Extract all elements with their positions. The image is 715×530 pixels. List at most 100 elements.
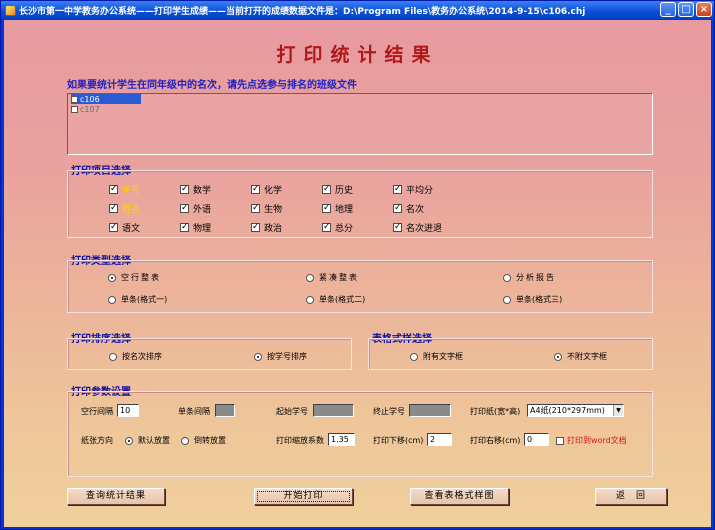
start-id-input[interactable] <box>313 404 354 417</box>
query-results-button[interactable]: 查询统计结果 <box>67 488 165 505</box>
single-interval-input[interactable] <box>215 404 235 417</box>
orientation-radio[interactable]: 倒转放置 <box>181 435 226 446</box>
checkmark-icon: ✓ <box>109 203 118 213</box>
class-file-item[interactable]: c106 <box>71 94 141 104</box>
checkmark-icon: ✓ <box>393 203 402 213</box>
sort-option-label: 按学号排序 <box>267 352 307 361</box>
print-item-checkbox[interactable]: ✓ 物理 <box>180 221 211 234</box>
radio-dot-icon <box>503 295 511 304</box>
blank-interval-label: 空行间隔 <box>81 407 113 416</box>
table-style-option-label: 附有文字框 <box>423 352 463 361</box>
class-file-list[interactable]: c106 c107 <box>67 93 653 155</box>
checkmark-icon: ✓ <box>322 184 331 194</box>
app-icon <box>5 4 16 16</box>
radio-dot-icon <box>109 352 117 361</box>
print-item-label: 学号 <box>122 186 141 196</box>
print-type-option-label: 分析报告 <box>516 273 556 282</box>
print-item-checkbox[interactable]: ✓ 外语 <box>180 202 211 215</box>
radio-dot-icon <box>181 436 189 445</box>
print-item-label: 语文 <box>122 224 141 234</box>
maximize-button[interactable]: □ <box>678 2 694 17</box>
paper-label: 打印纸(宽*高) <box>470 407 521 416</box>
print-type-radio[interactable]: 单条(格式一) <box>108 294 167 305</box>
print-type-radio[interactable]: 分析报告 <box>503 272 556 283</box>
checkmark-icon: ✓ <box>180 203 189 213</box>
print-type-radio[interactable]: 紧凑整表 <box>306 272 359 283</box>
sort-radio[interactable]: 按名次排序 <box>109 351 162 362</box>
class-file-checkbox[interactable] <box>71 105 78 113</box>
main-form: 打印统计结果 如果要统计学生在同年级中的名次，请先点选参与排名的班级文件 c10… <box>4 20 711 527</box>
print-item-label: 化学 <box>264 186 283 196</box>
print-type-option-label: 单条(格式一) <box>121 295 168 304</box>
paper-select-value: A4纸(210*297mm) <box>530 406 605 415</box>
print-type-option-label: 空行整表 <box>121 273 161 282</box>
print-item-label: 平均分 <box>406 186 434 196</box>
radio-dot-icon <box>503 273 511 282</box>
radio-dot-icon <box>125 436 133 445</box>
print-item-label: 物理 <box>193 224 212 234</box>
move-down-input[interactable]: 2 <box>427 433 452 446</box>
title-bar[interactable]: 长沙市第一中学教务办公系统——打印学生成绩——当前打开的成绩数据文件是：D:\P… <box>1 1 714 19</box>
table-style-radio[interactable]: 不附文字框 <box>554 351 607 362</box>
close-button[interactable]: × <box>696 2 712 17</box>
radio-dot-icon <box>108 273 116 282</box>
print-item-checkbox[interactable]: ✓ 生物 <box>251 202 282 215</box>
print-item-checkbox[interactable]: ✓ 历史 <box>322 183 353 196</box>
print-item-checkbox[interactable]: ✓ 地理 <box>322 202 353 215</box>
print-item-checkbox[interactable]: ✓ 平均分 <box>393 183 433 196</box>
print-item-checkbox[interactable]: ✓ 名次进退 <box>393 221 442 234</box>
view-table-sample-button[interactable]: 查看表格式样图 <box>410 488 509 505</box>
checkmark-icon: ✓ <box>251 203 260 213</box>
print-item-checkbox[interactable]: ✓ 政治 <box>251 221 282 234</box>
checkmark-icon: ✓ <box>180 184 189 194</box>
single-interval-label: 单条间隔 <box>178 407 210 416</box>
checkmark-icon: ✓ <box>251 184 260 194</box>
checkmark-icon: ✓ <box>109 184 118 194</box>
minimize-button[interactable]: _ <box>660 2 676 17</box>
window-title: 长沙市第一中学教务办公系统——打印学生成绩——当前打开的成绩数据文件是：D:\P… <box>19 6 586 17</box>
checkmark-icon: ✓ <box>322 222 331 232</box>
print-item-checkbox[interactable]: ✓ 数学 <box>180 183 211 196</box>
back-button[interactable]: 返 回 <box>595 488 667 505</box>
class-file-checkbox[interactable] <box>71 95 78 103</box>
print-item-checkbox[interactable]: ✓ 学号 <box>109 183 140 196</box>
class-file-label: c106 <box>80 94 100 104</box>
print-item-label: 总分 <box>335 224 354 234</box>
print-to-word-checkbox[interactable]: 打印到word文档 <box>556 435 627 446</box>
radio-dot-icon <box>108 295 116 304</box>
print-items-panel <box>67 170 653 238</box>
paper-select[interactable]: A4纸(210*297mm) ▼ <box>527 404 624 417</box>
table-style-radio[interactable]: 附有文字框 <box>410 351 463 362</box>
print-item-checkbox[interactable]: ✓ 化学 <box>251 183 282 196</box>
sort-radio[interactable]: 按学号排序 <box>254 351 307 362</box>
print-item-checkbox[interactable]: ✓ 语文 <box>109 221 140 234</box>
orientation-radio[interactable]: 默认放置 <box>125 435 170 446</box>
checkmark-icon: ✓ <box>322 203 331 213</box>
move-right-input[interactable]: 0 <box>524 433 549 446</box>
checkmark-icon: ✓ <box>393 222 402 232</box>
class-file-label: c107 <box>80 104 100 114</box>
print-item-checkbox[interactable]: ✓ 总分 <box>322 221 353 234</box>
radio-dot-icon <box>306 273 314 282</box>
print-item-label: 外语 <box>193 205 212 215</box>
print-to-word-label: 打印到word文档 <box>567 436 627 445</box>
print-type-radio[interactable]: 空行整表 <box>108 272 161 283</box>
print-type-radio[interactable]: 单条(格式二) <box>306 294 365 305</box>
print-type-radio[interactable]: 单条(格式三) <box>503 294 562 305</box>
print-item-checkbox[interactable]: ✓ 名次 <box>393 202 424 215</box>
blank-interval-input[interactable]: 10 <box>117 404 139 417</box>
zoom-input[interactable]: 1.35 <box>328 433 355 446</box>
print-item-label: 地理 <box>335 205 354 215</box>
print-item-checkbox[interactable]: ✓ 姓名 <box>109 202 140 215</box>
print-item-label: 历史 <box>335 186 354 196</box>
orientation-label: 纸张方向 <box>81 436 113 445</box>
table-style-option-label: 不附文字框 <box>567 352 607 361</box>
print-item-label: 政治 <box>264 224 283 234</box>
print-item-label: 名次进退 <box>406 224 443 234</box>
checkmark-icon: ✓ <box>180 222 189 232</box>
chevron-down-icon[interactable]: ▼ <box>613 405 623 416</box>
class-file-item[interactable]: c107 <box>71 104 100 114</box>
end-id-input[interactable] <box>409 404 451 417</box>
print-item-label: 生物 <box>264 205 283 215</box>
start-print-button[interactable]: 开始打印 <box>254 488 353 505</box>
